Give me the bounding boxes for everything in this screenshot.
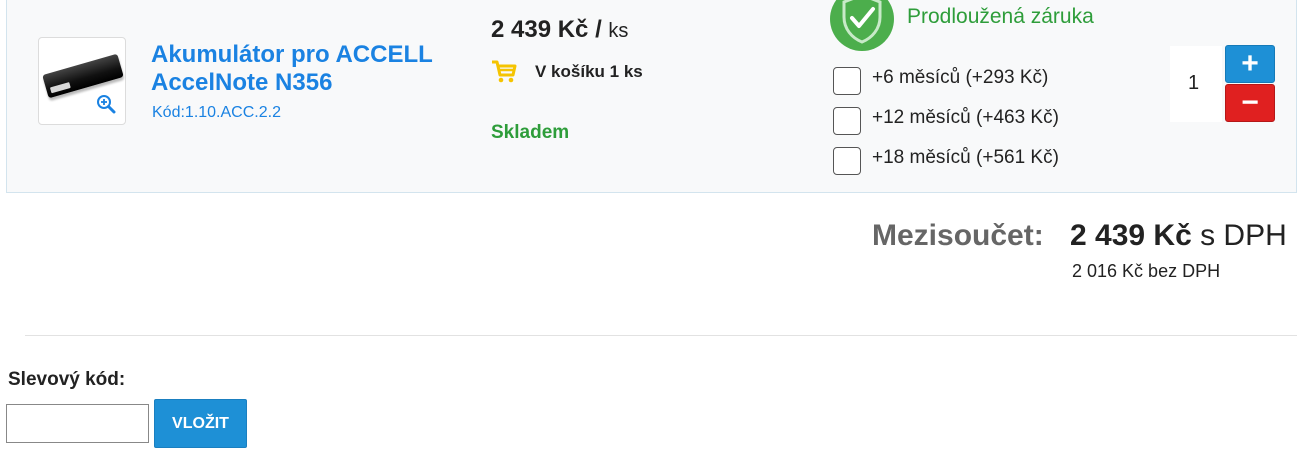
cart-icon xyxy=(492,60,517,83)
shield-check-icon xyxy=(830,0,894,51)
apply-discount-button[interactable]: VLOŽIT xyxy=(154,399,247,448)
warranty-checkbox[interactable] xyxy=(833,107,861,135)
price-separator: / xyxy=(588,16,609,43)
subtotal-label: Mezisoučet: xyxy=(872,219,1044,252)
product-name-link[interactable]: Akumulátor pro ACCELL AccelNote N356 xyxy=(151,41,461,97)
stock-status: Skladem xyxy=(491,122,570,143)
warranty-option-label: +6 měsíců (+293 Kč) xyxy=(872,67,1049,88)
warranty-option-label: +12 měsíců (+463 Kč) xyxy=(872,107,1059,128)
warranty-checkbox[interactable] xyxy=(833,147,861,175)
price-value: 2 439 Kč xyxy=(491,16,589,43)
warranty-title: Prodloužená záruka xyxy=(907,5,1094,28)
warranty-checkbox[interactable] xyxy=(833,67,861,95)
subtotal-net: 2 016 Kč bez DPH xyxy=(1072,261,1221,281)
product-code: Kód:1.10.ACC.2.2 xyxy=(152,104,281,121)
unit-price: 2 439 Kč / ks xyxy=(491,16,628,44)
subtotal-value: 2 439 Kč s DPH xyxy=(1070,219,1287,253)
decrease-quantity-button[interactable]: − xyxy=(1225,84,1275,122)
product-image[interactable] xyxy=(38,37,126,125)
price-unit: ks xyxy=(608,20,629,42)
discount-code-input[interactable] xyxy=(6,404,149,443)
increase-quantity-button[interactable]: + xyxy=(1225,45,1275,83)
subtotal-vat-suffix: s DPH xyxy=(1191,219,1287,252)
subtotal-amount: 2 439 Kč xyxy=(1070,219,1192,252)
discount-code-label: Slevový kód: xyxy=(8,369,126,390)
quantity-value: 1 xyxy=(1188,72,1200,94)
battery-product-image xyxy=(42,53,124,99)
zoom-in-icon[interactable] xyxy=(96,94,116,114)
in-cart-status: V košíku 1 ks xyxy=(535,62,643,81)
divider xyxy=(25,335,1297,336)
warranty-option-label: +18 měsíců (+561 Kč) xyxy=(872,147,1059,168)
